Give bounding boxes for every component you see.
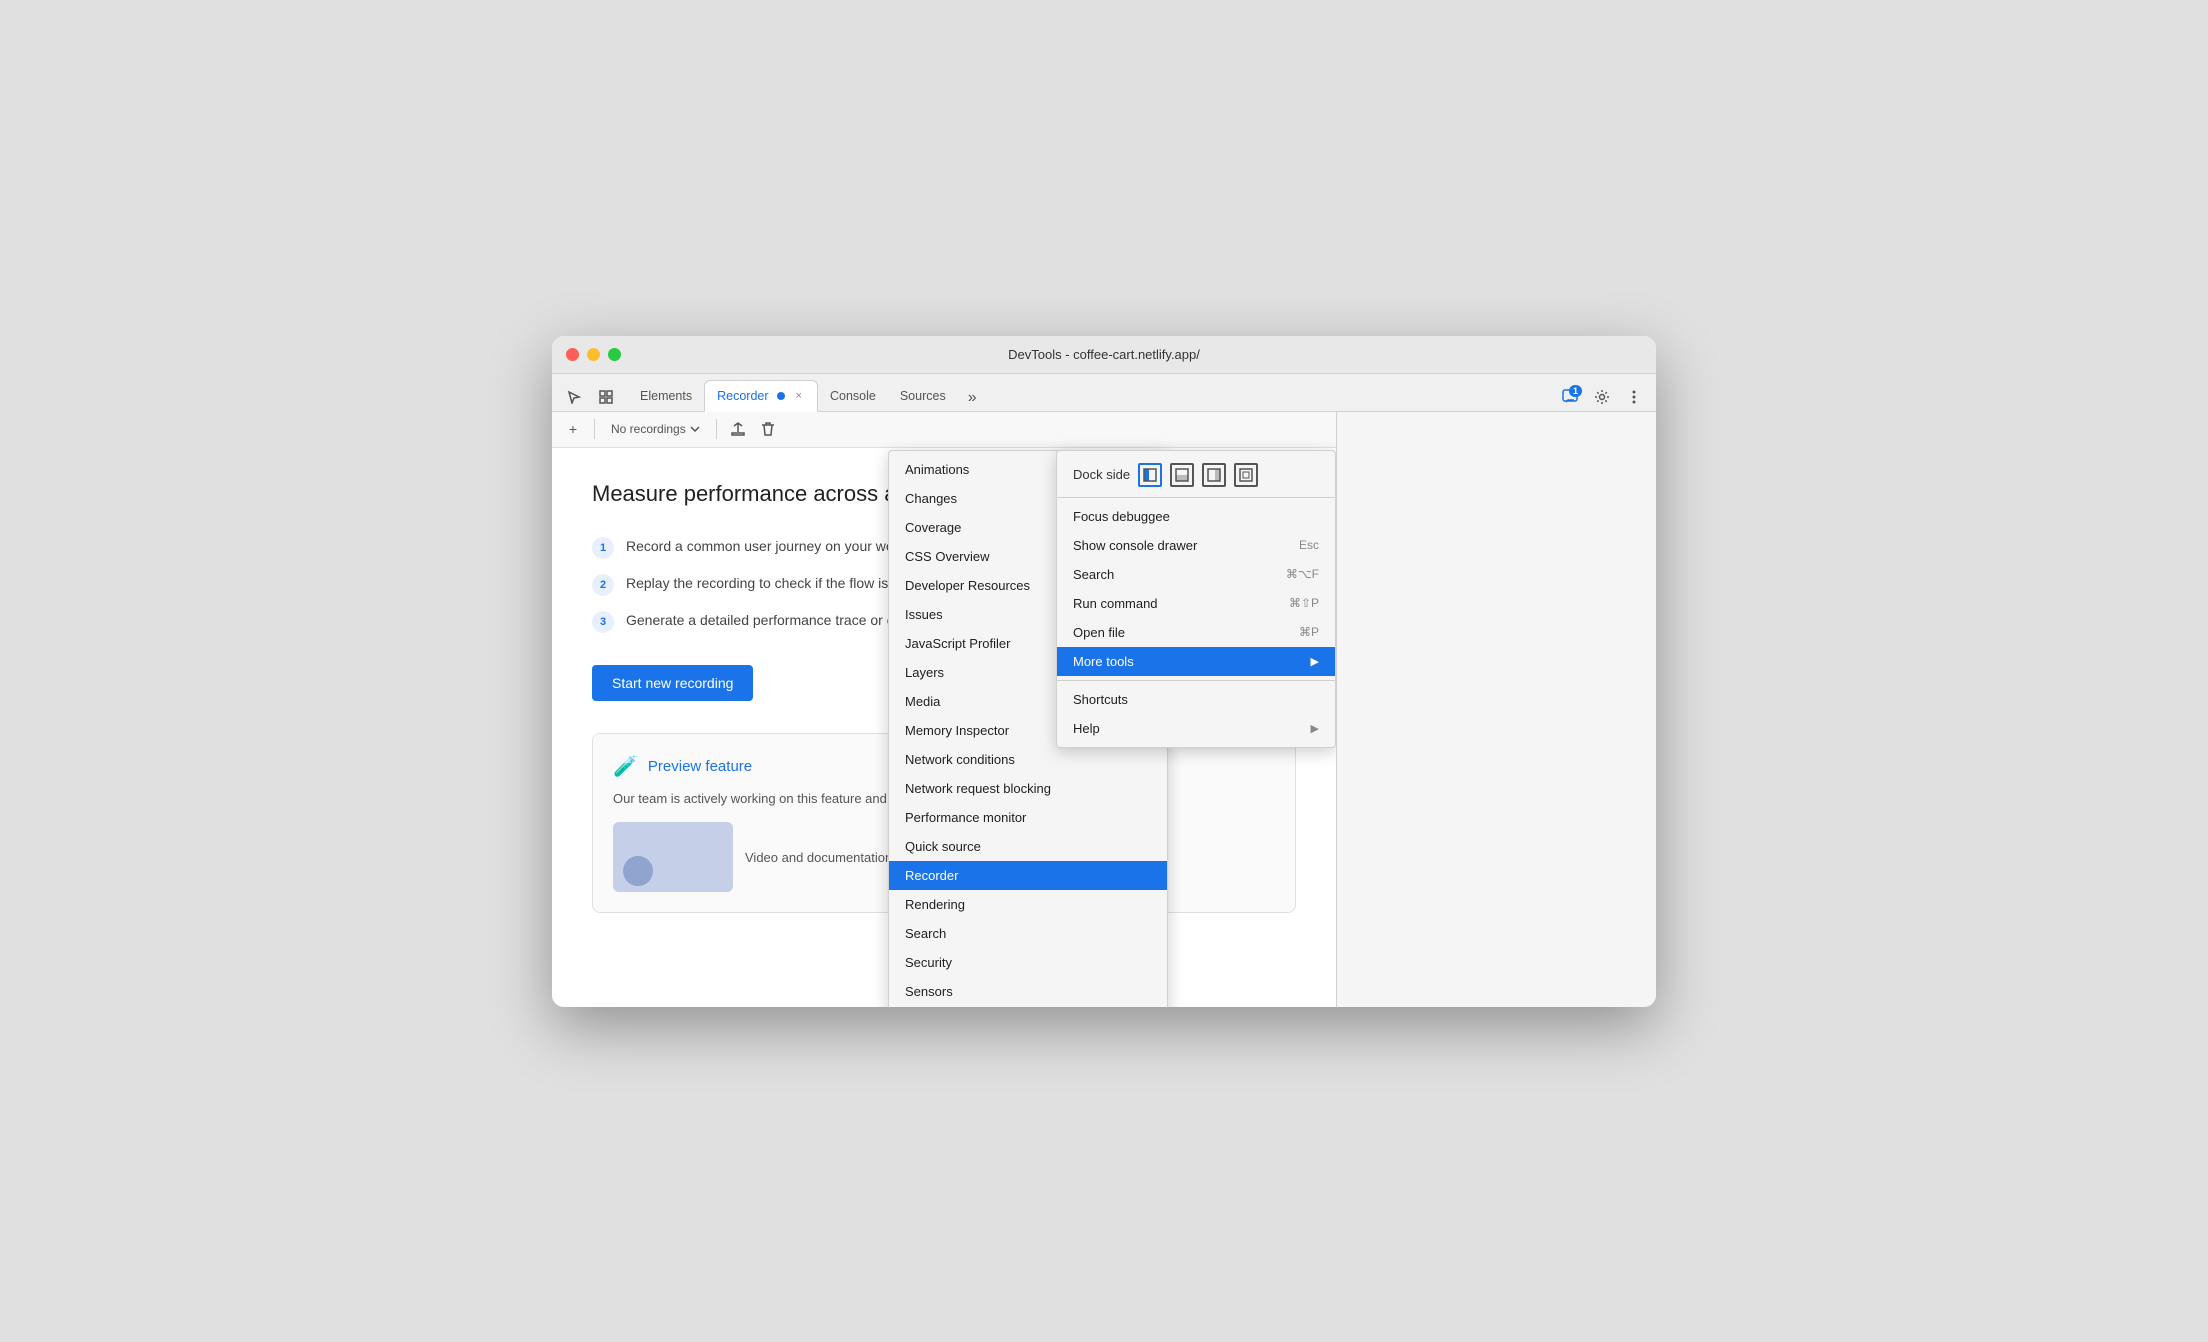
main-content: + No recordings Measure performance acro… (552, 412, 1656, 1007)
recorder-panel: + No recordings Measure performance acro… (552, 412, 1336, 1007)
tab-elements-label: Elements (640, 389, 692, 403)
notification-button[interactable]: 1 (1556, 383, 1584, 411)
delete-recording-button[interactable] (755, 416, 781, 442)
tab-console[interactable]: Console (818, 380, 888, 412)
preview-header: 🧪 Preview feature (613, 754, 1275, 779)
step-num-2: 2 (592, 574, 614, 596)
trash-icon (761, 422, 775, 436)
more-tabs-button[interactable]: » (962, 385, 983, 411)
tab-console-label: Console (830, 389, 876, 403)
close-button[interactable] (566, 348, 579, 361)
cursor-icon[interactable] (560, 383, 588, 411)
upload-recording-button[interactable] (725, 416, 751, 442)
upload-icon (731, 422, 745, 436)
list-item: 2 Replay the recording to check if the f… (592, 573, 1296, 596)
three-dots-icon (1632, 389, 1636, 405)
step-text-1: Record a common user journey on your web… (626, 536, 951, 557)
settings-button[interactable] (1588, 383, 1616, 411)
step-num-1: 1 (592, 537, 614, 559)
panel-toolbar: + No recordings (552, 412, 1336, 448)
tab-sources[interactable]: Sources (888, 380, 958, 412)
right-panel (1336, 412, 1656, 1007)
preview-text: Our team is actively working on this fea… (613, 791, 1275, 806)
recordings-dropdown[interactable]: No recordings (603, 419, 708, 439)
more-menu-button[interactable] (1620, 383, 1648, 411)
window-title: DevTools - coffee-cart.netlify.app/ (1008, 347, 1200, 362)
step-text-3: Generate a detailed performance trace or… (626, 610, 955, 631)
tab-right-icons: 1 (1556, 383, 1648, 411)
preview-card: 🧪 Preview feature Our team is actively w… (592, 733, 1296, 913)
minimize-button[interactable] (587, 348, 600, 361)
toolbar-separator-2 (716, 419, 717, 439)
traffic-lights (566, 348, 621, 361)
start-recording-button[interactable]: Start new recording (592, 665, 753, 701)
preview-title: Preview feature (648, 758, 752, 775)
devtools-window: DevTools - coffee-cart.netlify.app/ Elem… (552, 336, 1656, 1007)
tab-recorder[interactable]: Recorder × (704, 380, 818, 412)
title-bar: DevTools - coffee-cart.netlify.app/ (552, 336, 1656, 374)
inspect-icon[interactable] (592, 383, 620, 411)
tab-recorder-label: Recorder (717, 389, 768, 403)
step-list: 1 Record a common user journey on your w… (592, 536, 1296, 633)
list-item: 1 Record a common user journey on your w… (592, 536, 1296, 559)
list-item: 3 Generate a detailed performance trace … (592, 610, 1296, 633)
recorder-icon (775, 390, 787, 402)
maximize-button[interactable] (608, 348, 621, 361)
tab-sources-label: Sources (900, 389, 946, 403)
preview-video-label: Video and documentation (745, 850, 892, 865)
tab-icons (560, 383, 620, 411)
flask-icon: 🧪 (613, 754, 638, 779)
gear-icon (1594, 389, 1610, 405)
add-recording-button[interactable]: + (560, 416, 586, 442)
step-text-2: Replay the recording to check if the flo… (626, 573, 940, 594)
preview-footer: Video and documentation (613, 822, 1275, 892)
notification-badge: 1 (1569, 385, 1582, 397)
step-num-3: 3 (592, 611, 614, 633)
panel-body: Measure performance across an entire use… (552, 448, 1336, 1007)
toolbar-separator (594, 419, 595, 439)
tab-recorder-close[interactable]: × (793, 389, 805, 403)
chevron-down-icon (690, 426, 700, 432)
tab-bar: Elements Recorder × Console Sources » 1 (552, 374, 1656, 412)
tab-elements[interactable]: Elements (628, 380, 704, 412)
preview-thumbnail (613, 822, 733, 892)
panel-title: Measure performance across an entire use… (592, 480, 1296, 509)
